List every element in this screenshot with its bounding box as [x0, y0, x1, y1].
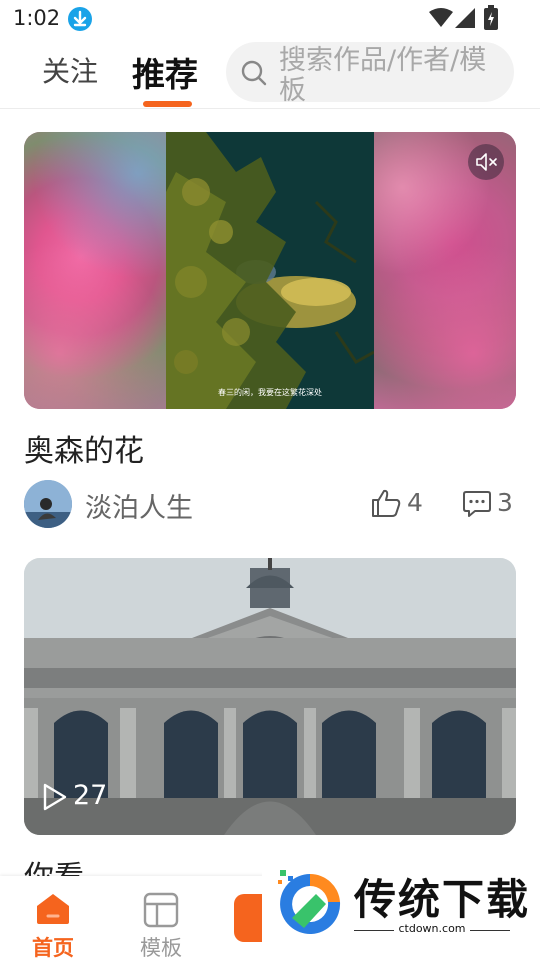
comment-count: 3	[497, 488, 513, 517]
video-card-media[interactable]: 春三的闲，我要在这繁花深处	[24, 132, 516, 409]
home-icon	[34, 892, 72, 930]
header-divider	[0, 108, 540, 109]
tab-follow[interactable]: 关注	[42, 50, 98, 90]
like-count: 4	[407, 488, 423, 517]
nav-home-label: 首页	[32, 936, 74, 960]
play-icon	[42, 782, 68, 816]
watermark-divider-right	[470, 930, 510, 931]
mute-button[interactable]	[468, 144, 504, 180]
template-icon	[143, 892, 179, 932]
watermark: 传统下载 ctdown.com	[262, 860, 540, 960]
author-name[interactable]: 淡泊人生	[85, 486, 193, 525]
author-avatar[interactable]	[24, 480, 72, 528]
watermark-title: 传统下载	[354, 875, 531, 924]
active-tab-indicator	[143, 101, 192, 107]
video-frame: 春三的闲，我要在这繁花深处	[166, 132, 374, 409]
wifi-icon	[428, 7, 454, 33]
watermark-url: ctdown.com	[398, 922, 466, 935]
video-caption: 春三的闲，我要在这繁花深处	[218, 388, 322, 397]
search-icon	[240, 59, 268, 91]
thumbs-up-icon[interactable]	[370, 488, 402, 522]
tab-recommend[interactable]: 推荐	[132, 48, 198, 96]
status-time: 1:02	[13, 6, 61, 30]
battery-icon	[483, 5, 499, 35]
status-bar: 1:02	[0, 0, 540, 38]
play-count: 27	[73, 780, 108, 811]
comment-icon[interactable]	[462, 490, 492, 522]
watermark-logo-icon	[270, 866, 350, 942]
search-placeholder: 搜索作品/作者/模板	[279, 45, 487, 103]
post-title[interactable]: 奥森的花	[24, 426, 144, 470]
nav-template-label: 模板	[140, 936, 182, 960]
blurred-flowers-left	[24, 132, 166, 409]
signal-icon	[454, 7, 476, 33]
search-bar[interactable]: 搜索作品/作者/模板	[226, 42, 514, 102]
download-icon	[68, 7, 92, 31]
